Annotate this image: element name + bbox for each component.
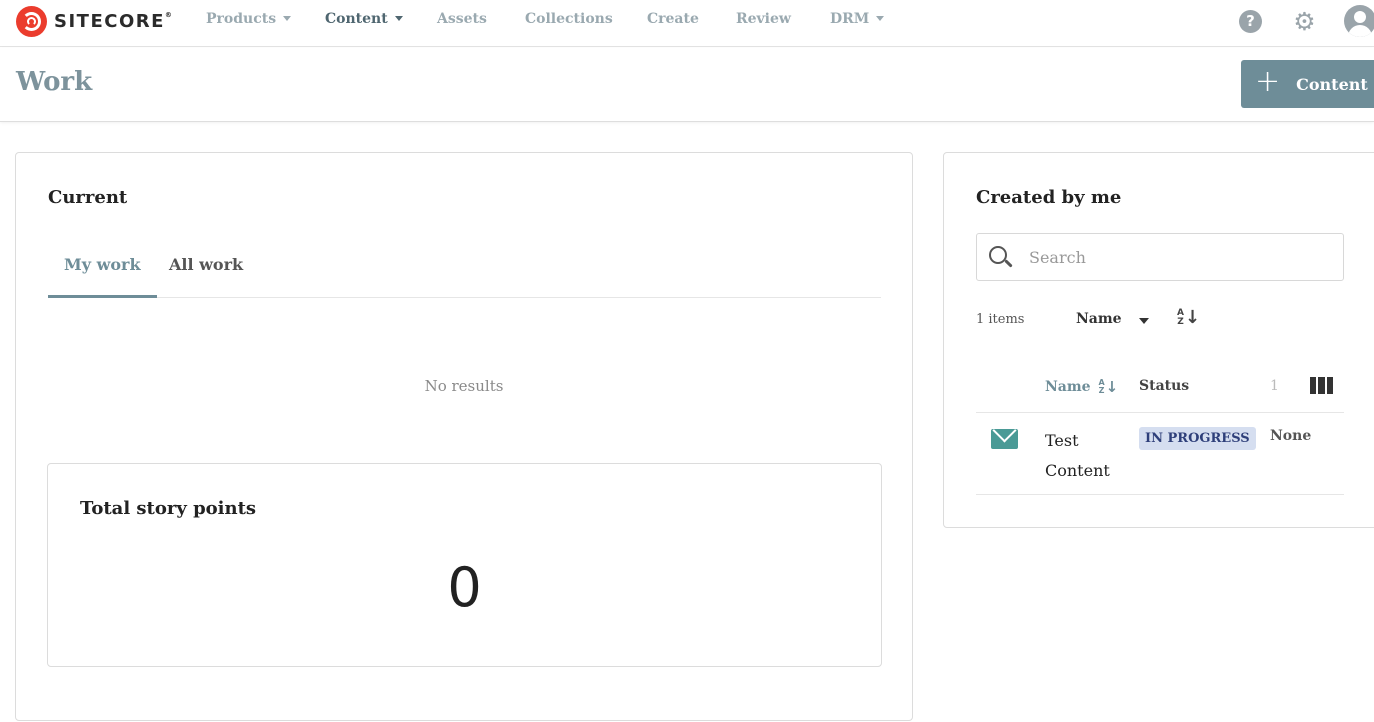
current-title: Current xyxy=(48,187,128,208)
column-header-name[interactable]: Name A Z↓ xyxy=(1045,378,1118,396)
story-points-value: 0 xyxy=(447,556,482,619)
row-third-value: None xyxy=(1270,428,1312,444)
sort-by-select[interactable]: Name xyxy=(1076,311,1122,327)
work-tabs: My work All work xyxy=(48,251,881,298)
user-avatar-icon[interactable] xyxy=(1344,5,1374,37)
sort-az-icon[interactable]: A Z↓ xyxy=(1177,307,1200,328)
page-title: Work xyxy=(16,67,93,97)
email-icon xyxy=(991,429,1018,449)
chevron-down-icon xyxy=(283,15,292,21)
no-results-text: No results xyxy=(424,377,504,395)
story-points-card: Total story points 0 xyxy=(47,463,882,667)
created-by-me-title: Created by me xyxy=(976,187,1122,208)
nav-drm[interactable]: DRM xyxy=(830,11,885,27)
table-divider xyxy=(976,412,1344,413)
story-points-title: Total story points xyxy=(80,498,257,519)
chevron-down-icon xyxy=(394,15,403,21)
nav-collections[interactable]: Collections xyxy=(525,11,613,27)
column-header-third[interactable]: 1 xyxy=(1270,378,1279,394)
search-input[interactable] xyxy=(1029,242,1329,272)
nav-assets[interactable]: Assets xyxy=(437,11,487,27)
tab-my-work[interactable]: My work xyxy=(48,251,157,298)
top-navigation: SITECORE® Products Content Assets Collec… xyxy=(0,0,1374,47)
chevron-down-icon xyxy=(876,15,885,21)
brand-name: SITECORE xyxy=(54,10,165,32)
column-header-status[interactable]: Status xyxy=(1139,378,1189,394)
search-box xyxy=(976,233,1344,281)
help-icon[interactable]: ? xyxy=(1239,10,1262,33)
row-name-link[interactable]: Test Content xyxy=(1045,426,1125,486)
sitecore-logo-icon xyxy=(16,5,47,37)
gear-icon[interactable]: ⚙ xyxy=(1292,9,1317,34)
created-by-me-card: Created by me 1 items Name AZ↓ Name AZ↓ … xyxy=(943,152,1374,528)
table-divider xyxy=(976,494,1344,495)
columns-icon[interactable] xyxy=(1310,377,1333,394)
add-content-button[interactable]: + Content xyxy=(1241,60,1374,108)
status-badge: IN PROGRESS xyxy=(1139,427,1256,450)
page-header: Work + Content xyxy=(0,48,1374,122)
sort-az-icon: A Z↓ xyxy=(1098,378,1119,396)
search-icon xyxy=(989,246,1007,264)
nav-products[interactable]: Products xyxy=(206,11,292,27)
current-work-card: Current My work All work No results Tota… xyxy=(15,152,913,721)
plus-icon: + xyxy=(1255,64,1281,99)
sitecore-logo[interactable]: SITECORE® xyxy=(16,5,172,37)
tab-all-work[interactable]: All work xyxy=(169,251,243,298)
brand-registered-mark: ® xyxy=(164,10,172,19)
chevron-down-icon[interactable] xyxy=(1139,318,1149,324)
nav-review[interactable]: Review xyxy=(736,11,791,27)
items-count: 1 items xyxy=(976,312,1025,327)
add-content-label: Content xyxy=(1296,74,1368,94)
nav-create[interactable]: Create xyxy=(647,11,699,27)
nav-content[interactable]: Content xyxy=(325,11,403,27)
